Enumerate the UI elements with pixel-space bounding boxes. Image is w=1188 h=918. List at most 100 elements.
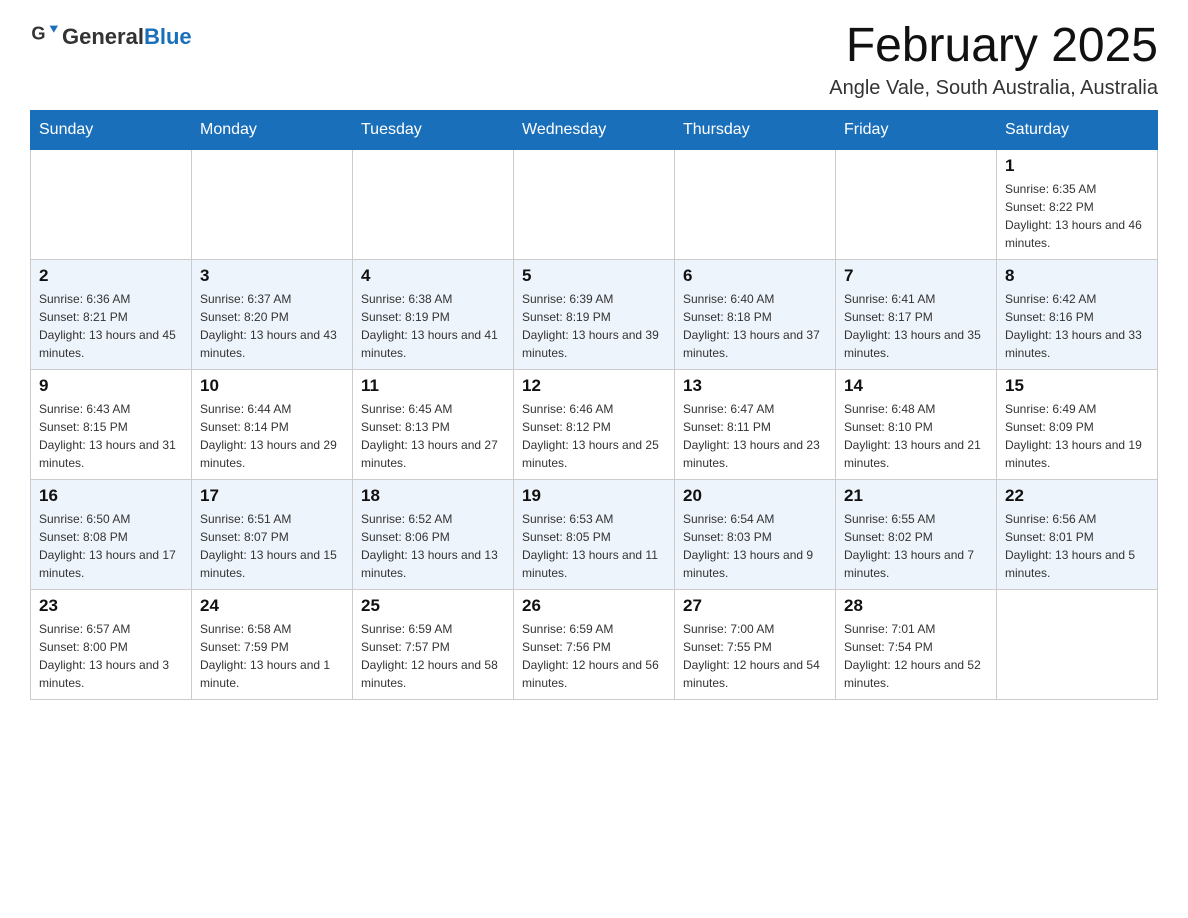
logo-icon: G	[30, 20, 58, 53]
calendar-cell	[514, 149, 675, 259]
day-number: 4	[361, 266, 505, 286]
logo: G GeneralBlue	[30, 20, 192, 53]
calendar-cell	[675, 149, 836, 259]
day-info: Sunrise: 6:39 AM Sunset: 8:19 PM Dayligh…	[522, 290, 666, 362]
day-info: Sunrise: 6:56 AM Sunset: 8:01 PM Dayligh…	[1005, 510, 1149, 582]
calendar-cell: 23 Sunrise: 6:57 AM Sunset: 8:00 PM Dayli…	[31, 589, 192, 699]
day-info: Sunrise: 6:52 AM Sunset: 8:06 PM Dayligh…	[361, 510, 505, 582]
day-number: 27	[683, 596, 827, 616]
day-of-week-header: Thursday	[675, 110, 836, 149]
day-number: 23	[39, 596, 183, 616]
calendar-cell: 4 Sunrise: 6:38 AM Sunset: 8:19 PM Daylig…	[353, 259, 514, 369]
calendar-cell: 14 Sunrise: 6:48 AM Sunset: 8:10 PM Dayli…	[836, 369, 997, 479]
day-number: 8	[1005, 266, 1149, 286]
day-info: Sunrise: 6:36 AM Sunset: 8:21 PM Dayligh…	[39, 290, 183, 362]
day-number: 16	[39, 486, 183, 506]
day-number: 6	[683, 266, 827, 286]
calendar-cell: 28Sunrise: 7:01 AM Sunset: 7:54 PM Dayli…	[836, 589, 997, 699]
calendar-cell: 9 Sunrise: 6:43 AM Sunset: 8:15 PM Daylig…	[31, 369, 192, 479]
day-info: Sunrise: 6:59 AM Sunset: 7:56 PM Dayligh…	[522, 620, 666, 692]
day-number: 11	[361, 376, 505, 396]
calendar-cell: 2 Sunrise: 6:36 AM Sunset: 8:21 PM Daylig…	[31, 259, 192, 369]
calendar-cell: 11 Sunrise: 6:45 AM Sunset: 8:13 PM Dayli…	[353, 369, 514, 479]
day-number: 2	[39, 266, 183, 286]
calendar-header-row: SundayMondayTuesdayWednesdayThursdayFrid…	[31, 110, 1158, 149]
day-info: Sunrise: 6:50 AM Sunset: 8:08 PM Dayligh…	[39, 510, 183, 582]
calendar-cell: 7 Sunrise: 6:41 AM Sunset: 8:17 PM Daylig…	[836, 259, 997, 369]
calendar-cell	[192, 149, 353, 259]
calendar-cell: 21 Sunrise: 6:55 AM Sunset: 8:02 PM Dayli…	[836, 479, 997, 589]
calendar-week-row: 1Sunrise: 6:35 AM Sunset: 8:22 PM Daylig…	[31, 149, 1158, 259]
day-number: 24	[200, 596, 344, 616]
day-info: Sunrise: 6:49 AM Sunset: 8:09 PM Dayligh…	[1005, 400, 1149, 472]
calendar-cell: 18 Sunrise: 6:52 AM Sunset: 8:06 PM Dayli…	[353, 479, 514, 589]
day-number: 5	[522, 266, 666, 286]
logo-blue-text: Blue	[144, 24, 192, 49]
calendar-week-row: 23 Sunrise: 6:57 AM Sunset: 8:00 PM Dayli…	[31, 589, 1158, 699]
day-number: 15	[1005, 376, 1149, 396]
day-info: Sunrise: 6:53 AM Sunset: 8:05 PM Dayligh…	[522, 510, 666, 582]
calendar-cell: 1Sunrise: 6:35 AM Sunset: 8:22 PM Daylig…	[997, 149, 1158, 259]
calendar-cell	[31, 149, 192, 259]
day-of-week-header: Monday	[192, 110, 353, 149]
day-info: Sunrise: 6:38 AM Sunset: 8:19 PM Dayligh…	[361, 290, 505, 362]
day-number: 26	[522, 596, 666, 616]
calendar-cell: 15 Sunrise: 6:49 AM Sunset: 8:09 PM Dayli…	[997, 369, 1158, 479]
day-number: 28	[844, 596, 988, 616]
day-number: 22	[1005, 486, 1149, 506]
calendar-cell: 17 Sunrise: 6:51 AM Sunset: 8:07 PM Dayli…	[192, 479, 353, 589]
day-info: Sunrise: 6:42 AM Sunset: 8:16 PM Dayligh…	[1005, 290, 1149, 362]
day-number: 3	[200, 266, 344, 286]
location-subtitle: Angle Vale, South Australia, Australia	[829, 77, 1158, 100]
day-number: 25	[361, 596, 505, 616]
calendar-cell: 5 Sunrise: 6:39 AM Sunset: 8:19 PM Daylig…	[514, 259, 675, 369]
calendar-cell: 12Sunrise: 6:46 AM Sunset: 8:12 PM Dayli…	[514, 369, 675, 479]
day-number: 21	[844, 486, 988, 506]
calendar-cell: 26 Sunrise: 6:59 AM Sunset: 7:56 PM Dayli…	[514, 589, 675, 699]
day-info: Sunrise: 6:54 AM Sunset: 8:03 PM Dayligh…	[683, 510, 827, 582]
calendar-cell	[997, 589, 1158, 699]
day-info: Sunrise: 6:43 AM Sunset: 8:15 PM Dayligh…	[39, 400, 183, 472]
svg-text:G: G	[31, 24, 45, 44]
day-info: Sunrise: 6:57 AM Sunset: 8:00 PM Dayligh…	[39, 620, 183, 692]
calendar-cell: 19Sunrise: 6:53 AM Sunset: 8:05 PM Dayli…	[514, 479, 675, 589]
day-info: Sunrise: 6:35 AM Sunset: 8:22 PM Dayligh…	[1005, 180, 1149, 252]
day-of-week-header: Friday	[836, 110, 997, 149]
calendar-week-row: 2 Sunrise: 6:36 AM Sunset: 8:21 PM Daylig…	[31, 259, 1158, 369]
day-number: 12	[522, 376, 666, 396]
calendar-week-row: 16 Sunrise: 6:50 AM Sunset: 8:08 PM Dayli…	[31, 479, 1158, 589]
day-number: 18	[361, 486, 505, 506]
day-info: Sunrise: 6:47 AM Sunset: 8:11 PM Dayligh…	[683, 400, 827, 472]
day-info: Sunrise: 6:45 AM Sunset: 8:13 PM Dayligh…	[361, 400, 505, 472]
month-title: February 2025	[829, 20, 1158, 73]
day-number: 9	[39, 376, 183, 396]
calendar-cell: 22 Sunrise: 6:56 AM Sunset: 8:01 PM Dayli…	[997, 479, 1158, 589]
calendar-cell	[836, 149, 997, 259]
day-info: Sunrise: 6:41 AM Sunset: 8:17 PM Dayligh…	[844, 290, 988, 362]
day-of-week-header: Wednesday	[514, 110, 675, 149]
day-info: Sunrise: 6:40 AM Sunset: 8:18 PM Dayligh…	[683, 290, 827, 362]
day-of-week-header: Sunday	[31, 110, 192, 149]
day-number: 7	[844, 266, 988, 286]
calendar-cell: 16 Sunrise: 6:50 AM Sunset: 8:08 PM Dayli…	[31, 479, 192, 589]
day-info: Sunrise: 6:48 AM Sunset: 8:10 PM Dayligh…	[844, 400, 988, 472]
calendar-week-row: 9 Sunrise: 6:43 AM Sunset: 8:15 PM Daylig…	[31, 369, 1158, 479]
calendar-cell: 10Sunrise: 6:44 AM Sunset: 8:14 PM Dayli…	[192, 369, 353, 479]
day-info: Sunrise: 6:58 AM Sunset: 7:59 PM Dayligh…	[200, 620, 344, 692]
day-info: Sunrise: 7:00 AM Sunset: 7:55 PM Dayligh…	[683, 620, 827, 692]
day-number: 17	[200, 486, 344, 506]
calendar-table: SundayMondayTuesdayWednesdayThursdayFrid…	[30, 110, 1158, 700]
day-number: 13	[683, 376, 827, 396]
day-info: Sunrise: 6:44 AM Sunset: 8:14 PM Dayligh…	[200, 400, 344, 472]
title-area: February 2025 Angle Vale, South Australi…	[829, 20, 1158, 100]
day-number: 14	[844, 376, 988, 396]
calendar-cell: 27 Sunrise: 7:00 AM Sunset: 7:55 PM Dayli…	[675, 589, 836, 699]
calendar-cell: 24 Sunrise: 6:58 AM Sunset: 7:59 PM Dayli…	[192, 589, 353, 699]
page-header: G GeneralBlue February 2025 Angle Vale, …	[30, 20, 1158, 100]
calendar-cell	[353, 149, 514, 259]
calendar-cell: 3Sunrise: 6:37 AM Sunset: 8:20 PM Daylig…	[192, 259, 353, 369]
day-info: Sunrise: 6:55 AM Sunset: 8:02 PM Dayligh…	[844, 510, 988, 582]
day-info: Sunrise: 6:59 AM Sunset: 7:57 PM Dayligh…	[361, 620, 505, 692]
day-of-week-header: Saturday	[997, 110, 1158, 149]
day-info: Sunrise: 6:51 AM Sunset: 8:07 PM Dayligh…	[200, 510, 344, 582]
